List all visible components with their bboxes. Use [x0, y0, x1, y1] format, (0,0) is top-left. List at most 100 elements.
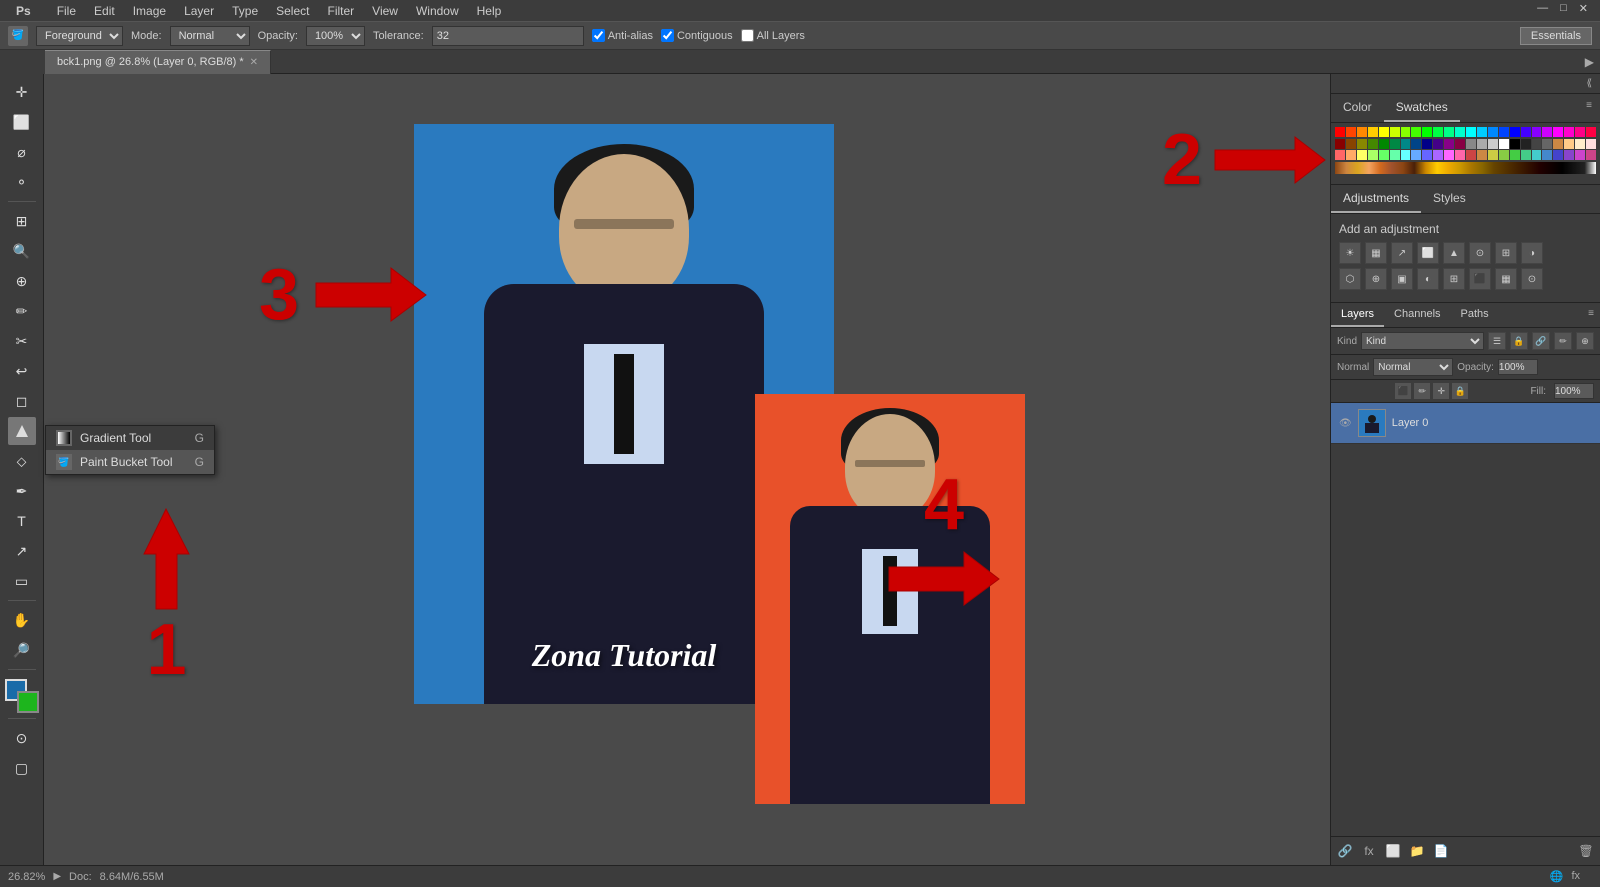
- color-swatch-31[interactable]: [1411, 139, 1421, 149]
- brush-icon[interactable]: ✏: [1554, 332, 1572, 350]
- color-swatch-11[interactable]: [1455, 127, 1465, 137]
- colorbalance-icon[interactable]: ⊞: [1495, 242, 1517, 264]
- threshold-icon[interactable]: ⬛: [1469, 268, 1491, 290]
- color-swatch-extra-11[interactable]: [1455, 150, 1465, 160]
- color-swatch-38[interactable]: [1488, 139, 1498, 149]
- document-tab[interactable]: bck1.png @ 26.8% (Layer 0, RGB/8) * ✕: [45, 50, 271, 74]
- color-swatch-extra-0[interactable]: [1335, 150, 1345, 160]
- color-swatch-39[interactable]: [1499, 139, 1509, 149]
- color-swatch-32[interactable]: [1422, 139, 1432, 149]
- colorlookup-icon[interactable]: ▣: [1391, 268, 1413, 290]
- quick-mask-tool[interactable]: ⊙: [8, 724, 36, 752]
- gradient-map-icon[interactable]: ▦: [1495, 268, 1517, 290]
- color-swatch-33[interactable]: [1433, 139, 1443, 149]
- color-swatch-extra-9[interactable]: [1433, 150, 1443, 160]
- color-swatch-3[interactable]: [1368, 127, 1378, 137]
- link-icon[interactable]: 🔗: [1532, 332, 1550, 350]
- color-swatch-15[interactable]: [1499, 127, 1509, 137]
- color-swatch-extra-13[interactable]: [1477, 150, 1487, 160]
- color-swatch-46[interactable]: [1575, 139, 1585, 149]
- color-tab[interactable]: Color: [1331, 94, 1384, 122]
- color-swatch-28[interactable]: [1379, 139, 1389, 149]
- kind-dropdown[interactable]: Kind: [1361, 332, 1484, 350]
- bw-icon[interactable]: ◑: [1521, 242, 1543, 264]
- crop-tool[interactable]: ⊞: [8, 207, 36, 235]
- type-tool[interactable]: T: [8, 507, 36, 535]
- screen-mode-tool[interactable]: ▢: [8, 754, 36, 782]
- color-swatch-19[interactable]: [1542, 127, 1552, 137]
- color-swatch-extra-23[interactable]: [1586, 150, 1596, 160]
- lock-icon[interactable]: 🔒: [1510, 332, 1528, 350]
- panel-collapse-icon[interactable]: ⟪: [1578, 78, 1600, 89]
- curves-icon[interactable]: ↗: [1391, 242, 1413, 264]
- context-gradient-tool[interactable]: Gradient Tool G: [46, 426, 214, 450]
- color-swatch-13[interactable]: [1477, 127, 1487, 137]
- fill-input[interactable]: [1554, 383, 1594, 399]
- opacity-dropdown[interactable]: 100%: [306, 26, 365, 46]
- context-paint-bucket-tool[interactable]: 🪣 Paint Bucket Tool G: [46, 450, 214, 474]
- color-swatch-extra-16[interactable]: [1510, 150, 1520, 160]
- layer-effects-icon[interactable]: fx: [1359, 841, 1379, 861]
- layers-menu-icon[interactable]: ≡: [1582, 303, 1600, 327]
- color-swatch-extra-6[interactable]: [1401, 150, 1411, 160]
- color-swatch-8[interactable]: [1422, 127, 1432, 137]
- color-swatch-1[interactable]: [1346, 127, 1356, 137]
- menu-file[interactable]: File: [49, 2, 84, 20]
- history-brush-tool[interactable]: ↩: [8, 357, 36, 385]
- lock-position-icon[interactable]: ✛: [1433, 383, 1449, 399]
- lock-pixels-icon[interactable]: ✏: [1414, 383, 1430, 399]
- color-swatch-24[interactable]: [1335, 139, 1345, 149]
- color-swatch-extra-12[interactable]: [1466, 150, 1476, 160]
- color-swatch-45[interactable]: [1564, 139, 1574, 149]
- color-swatch-5[interactable]: [1390, 127, 1400, 137]
- channels-tab[interactable]: Channels: [1384, 303, 1450, 327]
- mode-dropdown[interactable]: Normal: [170, 26, 250, 46]
- color-swatch-27[interactable]: [1368, 139, 1378, 149]
- color-swatch-extra-15[interactable]: [1499, 150, 1509, 160]
- vibrance-icon[interactable]: ▲: [1443, 242, 1465, 264]
- anti-alias-check[interactable]: Anti-alias: [592, 29, 653, 42]
- color-swatch-6[interactable]: [1401, 127, 1411, 137]
- quick-select-tool[interactable]: ⚬: [8, 168, 36, 196]
- color-swatch-30[interactable]: [1401, 139, 1411, 149]
- selection-tool[interactable]: ⬜: [8, 108, 36, 136]
- lock-all-icon[interactable]: 🔒: [1452, 383, 1468, 399]
- color-swatch-42[interactable]: [1532, 139, 1542, 149]
- color-swatch-0[interactable]: [1335, 127, 1345, 137]
- color-swatch-16[interactable]: [1510, 127, 1520, 137]
- new-layer-icon[interactable]: 📄: [1431, 841, 1451, 861]
- menu-edit[interactable]: Edit: [86, 2, 123, 20]
- menu-select[interactable]: Select: [268, 2, 317, 20]
- color-swatch-17[interactable]: [1521, 127, 1531, 137]
- foreground-dropdown[interactable]: Foreground: [36, 26, 123, 46]
- photofilter-icon[interactable]: ⬡: [1339, 268, 1361, 290]
- color-swatch-extra-8[interactable]: [1422, 150, 1432, 160]
- panel-menu-icon[interactable]: ≡: [1578, 94, 1600, 122]
- color-swatch-extra-19[interactable]: [1542, 150, 1552, 160]
- levels-icon[interactable]: ▦: [1365, 242, 1387, 264]
- color-swatch-extra-22[interactable]: [1575, 150, 1585, 160]
- contiguous-check[interactable]: Contiguous: [661, 29, 733, 42]
- pen-tool[interactable]: ✒: [8, 477, 36, 505]
- styles-tab[interactable]: Styles: [1421, 185, 1478, 213]
- color-swatch-41[interactable]: [1521, 139, 1531, 149]
- menu-layer[interactable]: Layer: [176, 2, 222, 20]
- menu-image[interactable]: Image: [125, 2, 174, 20]
- move-tool[interactable]: ✛: [8, 78, 36, 106]
- minimize-button[interactable]: —: [1533, 2, 1552, 15]
- heal-tool[interactable]: ⊕: [8, 267, 36, 295]
- tab-arrow[interactable]: ▶: [1579, 55, 1600, 69]
- color-swatch-7[interactable]: [1411, 127, 1421, 137]
- color-swatch-47[interactable]: [1586, 139, 1596, 149]
- link-layers-icon[interactable]: 🔗: [1335, 841, 1355, 861]
- color-swatch-extra-18[interactable]: [1532, 150, 1542, 160]
- color-swatch-extra-3[interactable]: [1368, 150, 1378, 160]
- color-swatch-extra-5[interactable]: [1390, 150, 1400, 160]
- add-mask-icon[interactable]: ⬜: [1383, 841, 1403, 861]
- all-layers-check[interactable]: All Layers: [741, 29, 805, 42]
- color-swatch-14[interactable]: [1488, 127, 1498, 137]
- color-swatch-21[interactable]: [1564, 127, 1574, 137]
- filter2-icon[interactable]: ⊕: [1576, 332, 1594, 350]
- selective-color-icon[interactable]: ⊙: [1521, 268, 1543, 290]
- brightness-icon[interactable]: ☀: [1339, 242, 1361, 264]
